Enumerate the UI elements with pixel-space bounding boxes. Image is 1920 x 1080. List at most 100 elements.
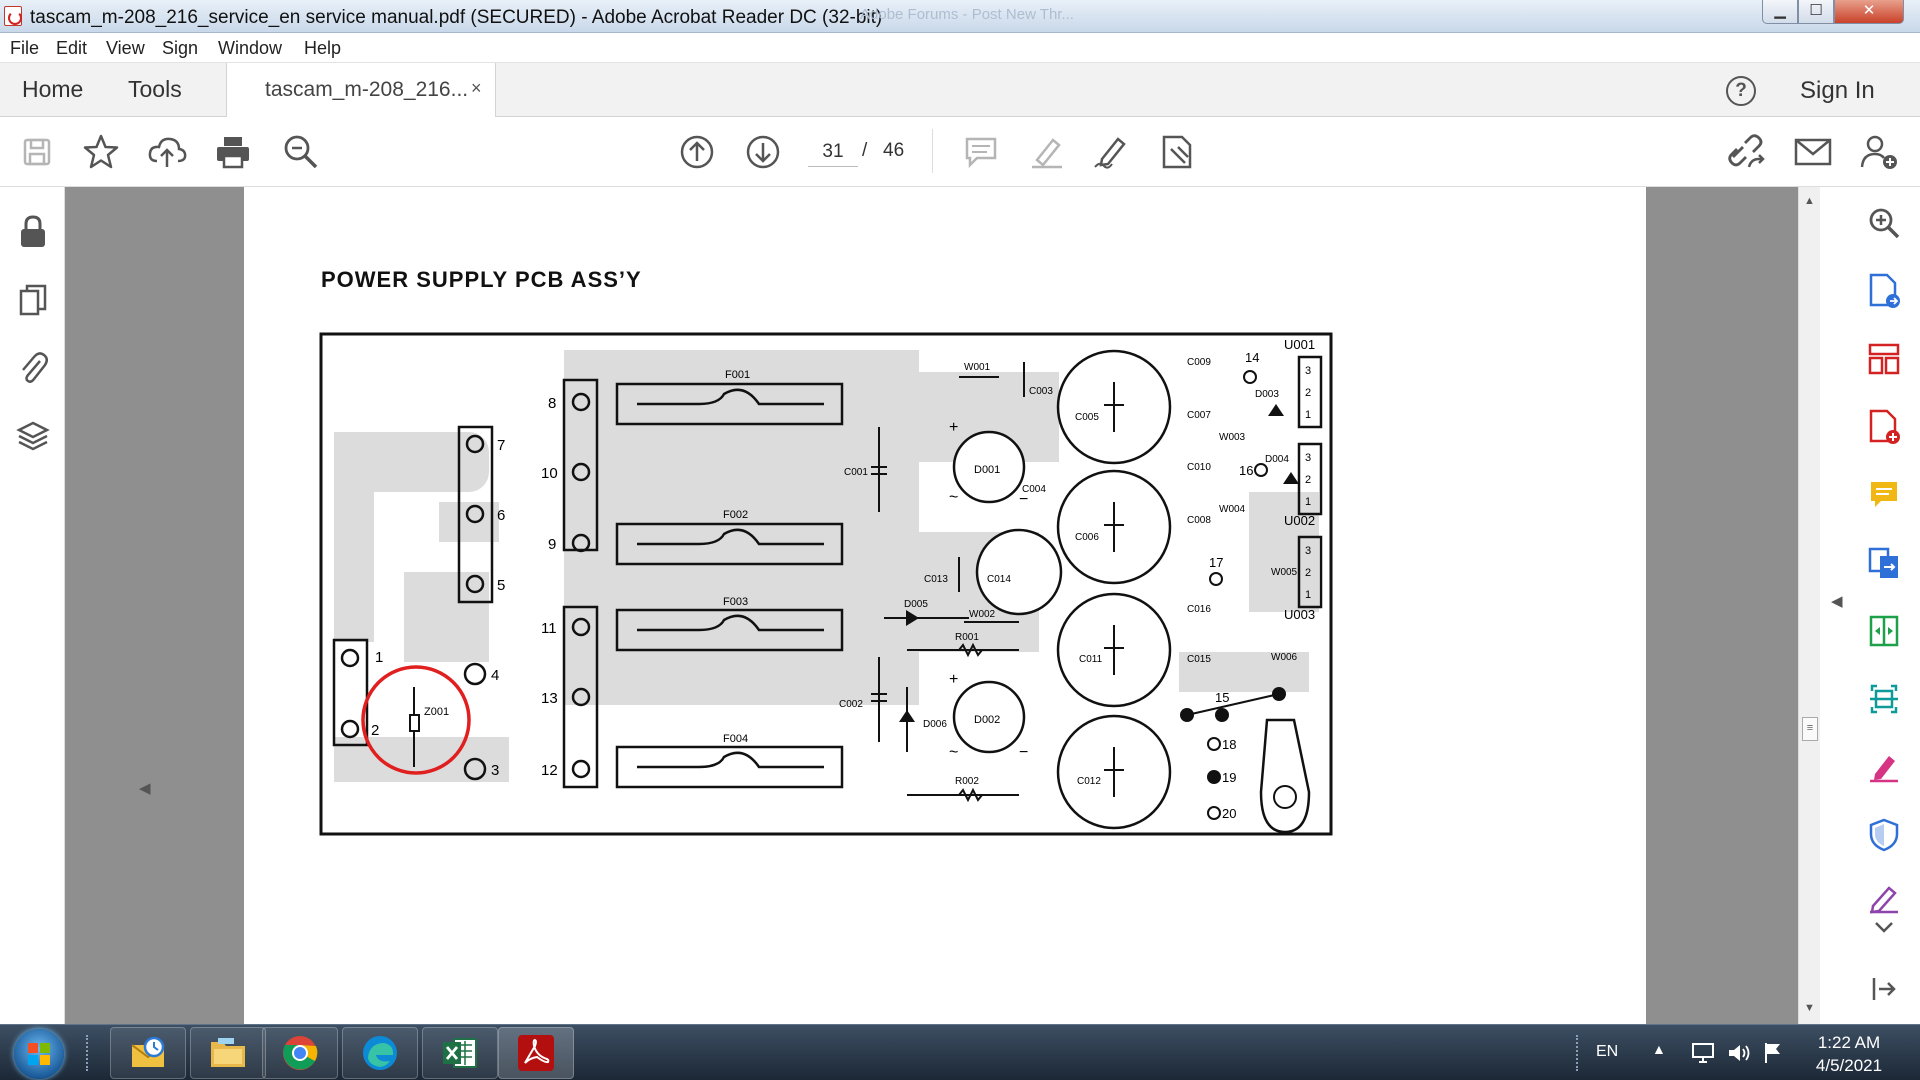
scan-icon[interactable] [1862,677,1906,721]
collapse-left-panel-icon[interactable]: ◀ [139,779,151,797]
sign-pen-icon[interactable] [1090,131,1132,173]
c006-label: C006 [1075,532,1099,543]
attachment-icon[interactable] [14,349,52,387]
background-tab-hint: Adobe Forums - Post New Thr... [860,6,1074,23]
chrome-icon[interactable] [262,1027,338,1079]
close-tab-icon[interactable]: × [471,78,482,99]
c004-label: C004 [1022,484,1046,495]
f003-label: F003 [723,596,748,608]
pages-icon[interactable] [14,281,52,319]
layers-icon[interactable] [14,417,52,455]
d001-tilde: ~ [949,489,958,506]
system-clock[interactable]: 1:22 AM 4/5/2021 [1794,1031,1904,1077]
c005-label: C005 [1075,412,1099,423]
collapse-right-panel-icon[interactable]: ◀ [1831,592,1843,610]
excel-icon[interactable] [422,1027,498,1079]
svg-text:3: 3 [1305,452,1311,464]
tab-home[interactable]: Home [22,76,83,103]
w004-label: W004 [1219,504,1246,515]
comment-icon[interactable] [960,131,1002,173]
page-up-icon[interactable] [676,131,718,173]
comment-tool-icon[interactable] [1862,473,1906,517]
vertical-scrollbar[interactable]: ▲ ≡ ▼ [1798,187,1820,1024]
export-pdf-icon[interactable] [1862,269,1906,313]
cloud-upload-icon[interactable] [146,131,188,173]
menu-view[interactable]: View [106,38,145,59]
tab-document[interactable]: tascam_m-208_216... × [226,63,496,117]
print-icon[interactable] [212,131,254,173]
scroll-thumb[interactable]: ≡ [1802,717,1818,741]
volume-icon[interactable] [1726,1041,1752,1070]
clock-date: 4/5/2021 [1815,1056,1883,1075]
d005-label: D005 [904,599,928,610]
minimize-button[interactable]: ▁ [1762,0,1798,24]
pin-3-label: 3 [491,762,499,779]
tab-bar: Home Tools tascam_m-208_216... × ? Sign … [0,63,1920,117]
f004-label: F004 [723,733,748,745]
action-center-flag-icon[interactable] [1762,1041,1784,1070]
help-icon[interactable]: ? [1726,76,1756,106]
collapse-panel-icon[interactable] [1862,967,1906,1011]
c010-label: C010 [1187,462,1211,473]
language-indicator[interactable]: EN [1596,1043,1618,1061]
highlight-icon[interactable] [1026,131,1068,173]
share-link-icon[interactable] [1726,131,1768,173]
combine-icon[interactable] [1862,541,1906,585]
c001-label: C001 [844,467,868,478]
email-icon[interactable] [1792,131,1834,173]
file-explorer-icon[interactable] [190,1027,266,1079]
windows-taskbar: EN ▲ 1:22 AM 4/5/2021 [0,1024,1920,1080]
c015-label: C015 [1187,654,1211,665]
maximize-button[interactable]: ☐ [1798,0,1834,24]
d002-plus: + [949,671,958,688]
document-viewport[interactable]: ◀ POWER SUPPLY PCB ASS’Y 7 6 5 4 3 1 2 Z… [65,187,1845,1024]
star-icon[interactable] [80,131,122,173]
organize-pages-icon[interactable] [1862,337,1906,381]
zoom-search-icon[interactable] [280,131,322,173]
network-icon[interactable] [1690,1041,1716,1070]
terminal-17-label: 17 [1209,555,1223,570]
w006-label: W006 [1271,652,1298,663]
menu-file[interactable]: File [10,38,39,59]
page-number-input[interactable]: 31 [808,137,858,167]
clock-time: 1:22 AM [1817,1033,1881,1052]
pin-8-label: 8 [548,395,556,412]
edge-icon[interactable] [342,1027,418,1079]
d002-minus: − [1019,744,1028,761]
menu-help[interactable]: Help [304,38,341,59]
d001-plus: + [949,419,958,436]
w002-label: W002 [969,609,996,620]
svg-text:3: 3 [1305,365,1311,377]
compress-icon[interactable] [1862,609,1906,653]
pin-7-label: 7 [497,437,505,454]
start-button[interactable] [14,1029,64,1079]
protect-icon[interactable] [1862,813,1906,857]
menu-edit[interactable]: Edit [56,38,87,59]
expand-icon[interactable] [1862,905,1906,949]
toolbar-divider [932,129,933,173]
scroll-up-icon[interactable]: ▲ [1804,195,1815,207]
fill-sign-icon[interactable] [1862,745,1906,789]
stamp-icon[interactable] [1156,131,1198,173]
outlook-icon[interactable] [110,1027,186,1079]
c014-label: C014 [987,574,1011,585]
left-navigation-rail [0,187,65,1024]
add-user-icon[interactable] [1858,131,1900,173]
sign-in-button[interactable]: Sign In [1800,77,1875,105]
page-down-icon[interactable] [742,131,784,173]
create-pdf-icon[interactable] [1862,405,1906,449]
lock-icon[interactable] [14,213,52,251]
acrobat-app-icon [4,6,22,26]
show-hidden-icons-icon[interactable]: ▲ [1652,1041,1666,1057]
scroll-down-icon[interactable]: ▼ [1804,1002,1815,1014]
tab-tools[interactable]: Tools [128,76,182,103]
save-icon[interactable] [16,131,58,173]
menu-sign[interactable]: Sign [162,38,198,59]
acrobat-icon[interactable] [498,1027,574,1079]
close-window-button[interactable]: ✕ [1834,0,1904,24]
zoom-in-icon[interactable] [1862,201,1906,245]
c002-label: C002 [839,699,863,710]
u001-label: U001 [1284,337,1315,352]
w003-label: W003 [1219,432,1246,443]
menu-window[interactable]: Window [218,38,282,59]
